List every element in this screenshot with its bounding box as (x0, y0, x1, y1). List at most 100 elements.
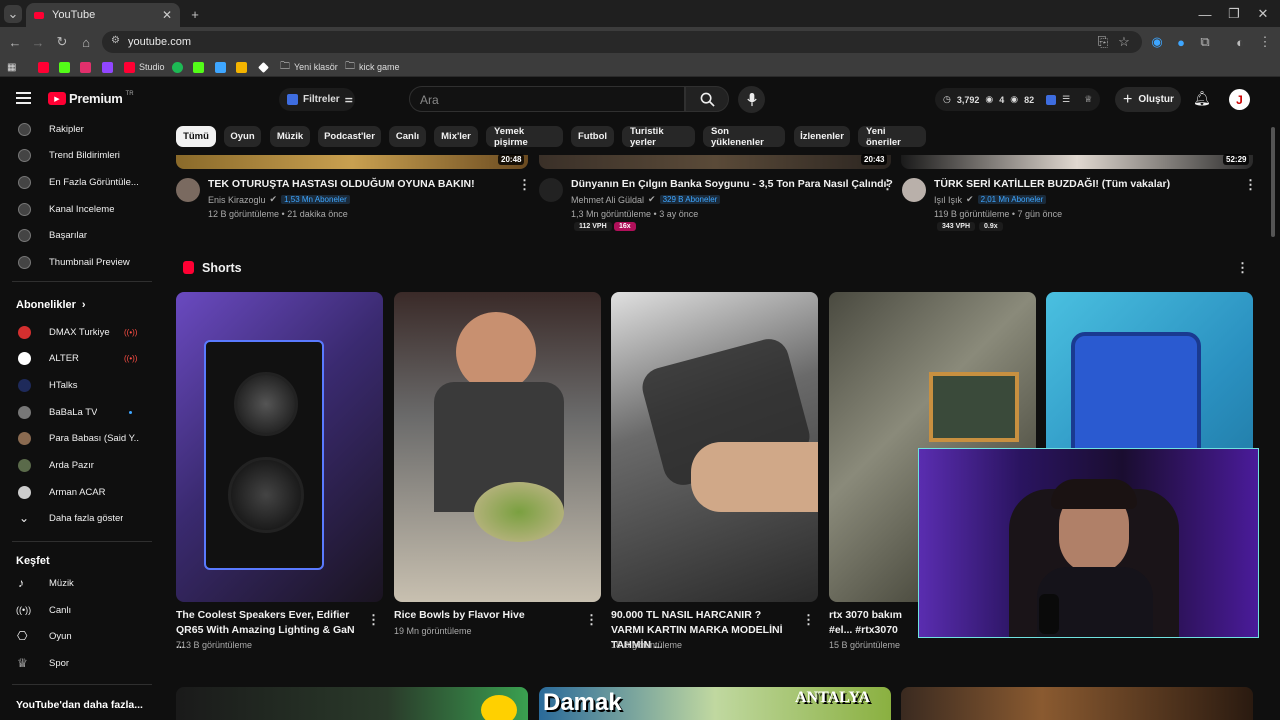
bookmark-4[interactable] (236, 61, 247, 73)
chip-podcasts[interactable]: Podcast'ler (318, 126, 381, 147)
tab-search-icon[interactable]: ⌄ (4, 5, 22, 23)
short-title[interactable]: Rice Bowls by Flavor Hive (394, 608, 574, 623)
chip-tumu[interactable]: Tümü (176, 126, 216, 147)
sidebar-item-muzik[interactable]: ♪ Müzik (0, 570, 160, 596)
bookmark-folder-yeni-klasor[interactable]: 🗀 Yeni klasör (280, 61, 338, 73)
more-options-icon[interactable]: ⋮ (585, 612, 598, 628)
apps-grid-icon[interactable]: ▦ (7, 61, 16, 73)
sidebar-item-spor[interactable]: ♕ Spor (0, 650, 160, 676)
sidebar-sub-htalks[interactable]: HTalks (0, 372, 160, 398)
video-thumbnail[interactable] (901, 155, 1253, 169)
bookmark-3[interactable] (215, 61, 226, 73)
close-window-icon[interactable]: ✕ (1254, 5, 1272, 23)
bookmark-folder-kick-game[interactable]: 🗀 kick game (345, 61, 400, 73)
reload-icon[interactable]: ↻ (53, 33, 71, 51)
sidebar-item-trend-bildirimleri[interactable]: Trend Bildirimleri (0, 142, 160, 168)
chip-yemek-pisirme[interactable]: Yemek pişirme (486, 126, 563, 148)
sidebar-sub-para-babasi[interactable]: Para Babası (Said Y... (0, 425, 160, 451)
short-title[interactable]: rtx 3070 bakım #el... #rtx3070 (829, 608, 917, 638)
bookmark-5[interactable] (258, 61, 269, 73)
video-thumbnail[interactable]: Damak ANTALYA (539, 687, 891, 720)
forward-icon[interactable]: → (29, 33, 47, 51)
sidebar-sub-arda-pazir[interactable]: Arda Pazır (0, 452, 160, 478)
browser-tab[interactable]: YouTube ✕ (26, 3, 180, 27)
more-options-icon[interactable]: ⋮ (881, 177, 894, 193)
profile-icon[interactable]: ◐ (1231, 33, 1249, 51)
short-thumbnail[interactable] (394, 292, 601, 602)
install-app-icon[interactable]: ⎘ (1094, 33, 1112, 51)
video-title[interactable]: Dünyanın En Çılgın Banka Soygunu - 3,5 T… (571, 178, 893, 190)
video-channel[interactable]: Işıl Işık ✔ 2,01 Mn Aboneler (934, 194, 1047, 205)
extension-stats-bar[interactable]: ◷ 3,792 ◉ 4 ◉ 82 ☰ ♕ (935, 88, 1100, 111)
sidebar-sub-alter[interactable]: ALTER ((•)) (0, 345, 160, 371)
video-thumbnail[interactable] (539, 155, 891, 169)
shorts-more-options-icon[interactable]: ⋮ (1236, 260, 1249, 276)
video-thumbnail[interactable] (901, 687, 1253, 720)
sidebar-item-basarilar[interactable]: Başarılar (0, 222, 160, 248)
browser-menu-icon[interactable]: ⋮ (1256, 33, 1274, 51)
video-thumbnail[interactable] (176, 155, 528, 169)
account-avatar[interactable]: J (1229, 89, 1250, 110)
bookmark-star-icon[interactable]: ☆ (1115, 33, 1133, 51)
search-button[interactable] (685, 86, 729, 112)
youtube-premium-logo[interactable]: ▶ Premium TR (48, 91, 134, 106)
sidebar-item-en-fazla-goruntulenen[interactable]: En Fazla Görüntüle... (0, 169, 160, 195)
video-channel[interactable]: Mehmet Ali Güldal ✔ 329 B Aboneler (571, 194, 721, 205)
filters-button[interactable]: Filtreler ⚌ (279, 88, 355, 111)
notifications-bell-icon[interactable]: 🔔︎ (1193, 90, 1211, 107)
chip-son-yuklenenler[interactable]: Son yüklenenler (703, 126, 785, 148)
bookmark-studio[interactable]: Studio (124, 61, 165, 73)
show-more-button[interactable]: ⌄ Daha fazla göster (0, 505, 160, 531)
chip-oyun[interactable]: Oyun (224, 126, 261, 147)
new-tab-icon[interactable]: + (186, 5, 204, 23)
sidebar-sub-babala-tv[interactable]: BaBaLa TV (0, 399, 160, 425)
chip-mixes[interactable]: Mix'ler (434, 126, 478, 147)
voice-search-button[interactable] (738, 86, 765, 113)
bookmark-instagram[interactable] (80, 61, 91, 73)
chip-izlenenler[interactable]: İzlenenler (794, 126, 850, 147)
sidebar-item-kanal-inceleme[interactable]: Kanal Inceleme (0, 196, 160, 222)
sidebar-item-canli[interactable]: ((•)) Canlı (0, 597, 160, 623)
chip-turistik-yerler[interactable]: Turistik yerler (622, 126, 695, 148)
more-options-icon[interactable]: ⋮ (802, 612, 815, 628)
sidebar-item-rakipler[interactable]: Rakipler (0, 116, 160, 142)
channel-avatar[interactable] (176, 178, 200, 202)
more-options-icon[interactable]: ⋮ (367, 612, 380, 628)
video-channel[interactable]: Enis Kirazoglu ✔ 1,53 Mn Aboneler (208, 194, 350, 205)
sidebar-sub-arman-acar[interactable]: Arman ACAR (0, 479, 160, 505)
sidebar-item-thumbnail-preview[interactable]: Thumbnail Preview (0, 249, 160, 275)
close-tab-icon[interactable]: ✕ (162, 8, 172, 22)
short-thumbnail[interactable] (611, 292, 818, 602)
subscriptions-header[interactable]: Abonelikler › (16, 299, 86, 311)
bookmark-youtube[interactable] (38, 61, 49, 73)
home-icon[interactable]: ⌂ (77, 33, 95, 51)
hamburger-menu-icon[interactable] (16, 92, 31, 104)
site-info-icon[interactable]: ⚙ (111, 35, 120, 46)
bookmark-kick[interactable] (59, 61, 70, 73)
extension-blue-icon[interactable]: ● (1172, 33, 1190, 51)
sidebar-sub-dmax[interactable]: DMAX Turkiye ((•)) (0, 319, 160, 345)
channel-avatar[interactable] (539, 178, 563, 202)
address-bar[interactable]: ⚙ youtube.com (102, 31, 1142, 53)
extension-wave-icon[interactable]: ◉ (1148, 33, 1166, 51)
search-input[interactable]: Ara (409, 86, 685, 112)
bookmark-spotify[interactable] (172, 61, 183, 73)
bookmark-twitch[interactable] (102, 61, 113, 73)
video-title[interactable]: TÜRK SERİ KATİLLER BUZDAĞI! (Tüm vakalar… (934, 178, 1170, 190)
chip-yeni-oneriler[interactable]: Yeni öneriler (858, 126, 926, 148)
video-title[interactable]: TEK OTURUŞTA HASTASI OLDUĞUM OYUNA BAKIN… (208, 178, 475, 190)
video-thumbnail[interactable] (176, 687, 528, 720)
page-scrollbar[interactable] (1271, 127, 1275, 237)
create-button[interactable]: + Oluştur (1115, 87, 1181, 112)
restore-icon[interactable]: ❐ (1225, 5, 1243, 23)
back-icon[interactable]: ← (6, 33, 24, 51)
chip-muzik[interactable]: Müzik (270, 126, 310, 147)
more-options-icon[interactable]: ⋮ (1244, 177, 1257, 193)
chip-futbol[interactable]: Futbol (571, 126, 614, 147)
bookmark-kick-2[interactable] (193, 61, 204, 73)
short-thumbnail[interactable] (176, 292, 383, 602)
extensions-puzzle-icon[interactable]: ⧉ (1196, 33, 1214, 51)
more-options-icon[interactable]: ⋮ (518, 177, 531, 193)
chip-canli[interactable]: Canlı (389, 126, 426, 147)
sidebar-item-oyun[interactable]: ⎔ Oyun (0, 623, 160, 649)
